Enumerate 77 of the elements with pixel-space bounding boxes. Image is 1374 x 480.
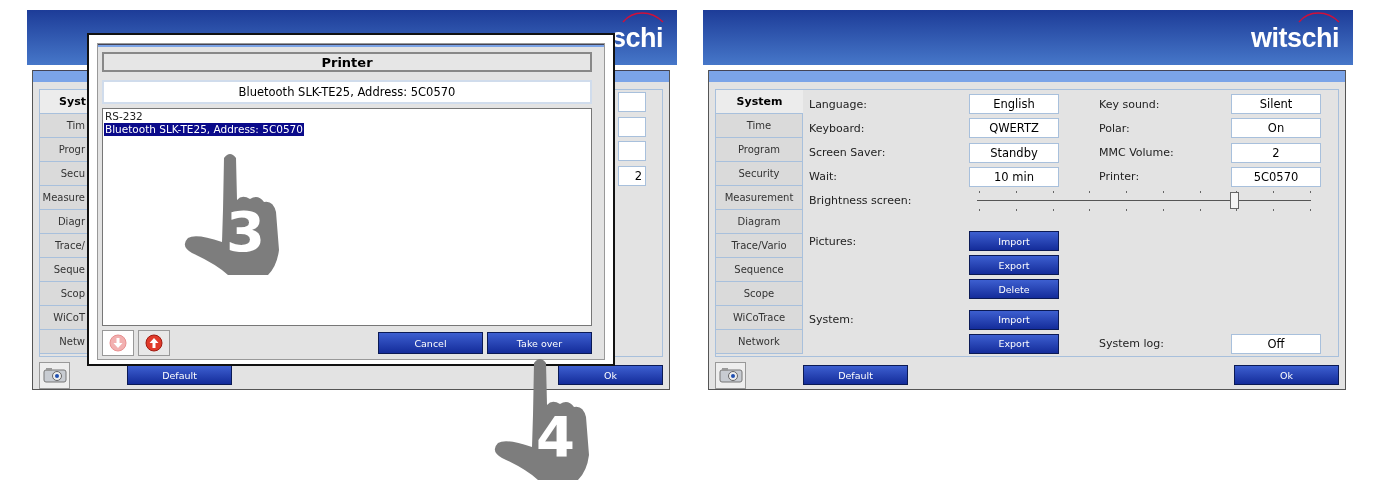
logo-text: witschi <box>1250 23 1339 52</box>
ok-button[interactable]: Ok <box>558 365 663 385</box>
step-number: 4 <box>536 407 575 467</box>
setting-label: Polar: <box>1099 121 1131 135</box>
camera-button[interactable] <box>39 361 70 389</box>
settings-tab[interactable]: Scope <box>716 282 803 306</box>
slider-thumb[interactable] <box>1230 192 1240 209</box>
arrow-down-icon <box>109 334 127 352</box>
group-label: Pictures: <box>809 234 858 248</box>
settings-tab[interactable]: Progr <box>40 138 88 162</box>
settings-tab[interactable]: Security <box>716 162 803 186</box>
settings-tab[interactable]: Time <box>716 114 803 138</box>
current-printer-field: Bluetooth SLK-TE25, Address: 5C0570 <box>102 80 592 104</box>
settings-tab[interactable]: WiCoTrace <box>716 306 803 330</box>
logo-text: schi <box>610 23 663 52</box>
settings-tab[interactable]: WiCoT <box>40 306 88 330</box>
setting-label: MMC Volume: <box>1099 146 1175 160</box>
setting-label: System log: <box>1099 337 1165 351</box>
settings-tab[interactable]: Scop <box>40 282 88 306</box>
action-button[interactable]: Import <box>969 231 1059 251</box>
setting-label: Brightness screen: <box>809 194 913 208</box>
value-field[interactable]: Silent <box>1231 94 1321 115</box>
settings-tab[interactable]: Seque <box>40 258 88 282</box>
settings-tab[interactable]: Syst <box>40 90 88 114</box>
camera-icon <box>718 367 743 383</box>
settings-tab[interactable]: Secu <box>40 162 88 186</box>
swoosh-icon <box>1297 11 1341 23</box>
step-number: 3 <box>226 202 265 262</box>
ok-button[interactable]: Ok <box>1234 365 1339 385</box>
move-up-button[interactable] <box>138 330 170 356</box>
settings-tab[interactable]: Sequence <box>716 258 803 282</box>
default-button[interactable]: Default <box>803 365 908 385</box>
value-field[interactable] <box>618 116 646 137</box>
list-item[interactable]: RS-232 <box>104 110 144 123</box>
settings-tab[interactable]: Diagr <box>40 210 88 234</box>
action-button[interactable]: Export <box>969 333 1059 354</box>
default-button[interactable]: Default <box>127 365 232 385</box>
action-button[interactable]: Export <box>969 255 1059 276</box>
value-field[interactable]: 5C0570 <box>1231 166 1321 187</box>
list-item[interactable]: Bluetooth SLK-TE25, Address: 5C0570 <box>104 123 304 136</box>
settings-tab[interactable]: Measure <box>40 186 88 210</box>
setting-label: Printer: <box>1099 170 1141 184</box>
take-over-button[interactable]: Take over <box>487 332 592 354</box>
arrow-up-icon <box>145 334 163 352</box>
value-field[interactable]: 2 <box>1231 142 1321 163</box>
cancel-button[interactable]: Cancel <box>378 332 483 354</box>
value-field[interactable]: 10 min <box>969 166 1059 187</box>
action-button[interactable]: Import <box>969 309 1059 330</box>
value-field[interactable]: On <box>1231 118 1321 139</box>
value-field[interactable] <box>618 92 646 112</box>
camera-icon <box>42 367 67 383</box>
value-field[interactable]: Standby <box>969 142 1059 163</box>
value-field[interactable]: 2 <box>618 165 646 186</box>
value-field[interactable]: QWERTZ <box>969 118 1059 139</box>
swoosh-icon <box>621 11 665 23</box>
group-label: System: <box>809 313 855 327</box>
settings-tab[interactable]: Diagram <box>716 210 803 234</box>
setting-label: Language: <box>809 97 868 111</box>
camera-button[interactable] <box>715 361 746 389</box>
settings-tab[interactable]: Network <box>716 330 803 354</box>
settings-tab[interactable]: Tim <box>40 114 88 138</box>
settings-tab[interactable]: Program <box>716 138 803 162</box>
setting-label: Wait: <box>809 170 838 184</box>
settings-tab[interactable]: Trace/ <box>40 234 88 258</box>
action-button[interactable]: Delete <box>969 279 1059 300</box>
settings-tab[interactable]: Netw <box>40 330 88 354</box>
dialog-title: Printer <box>102 52 592 72</box>
setting-label: Screen Saver: <box>809 146 887 160</box>
setting-label: Keyboard: <box>809 121 866 135</box>
brightness-slider[interactable] <box>977 189 1311 213</box>
value-field[interactable]: English <box>969 94 1059 115</box>
settings-tab[interactable]: Trace/Vario <box>716 234 803 258</box>
value-field[interactable]: Off <box>1231 333 1321 354</box>
value-field[interactable] <box>618 141 646 161</box>
settings-tab[interactable]: Measurement <box>716 186 803 210</box>
setting-label: Key sound: <box>1099 97 1161 111</box>
settings-tab[interactable]: System <box>716 90 803 114</box>
